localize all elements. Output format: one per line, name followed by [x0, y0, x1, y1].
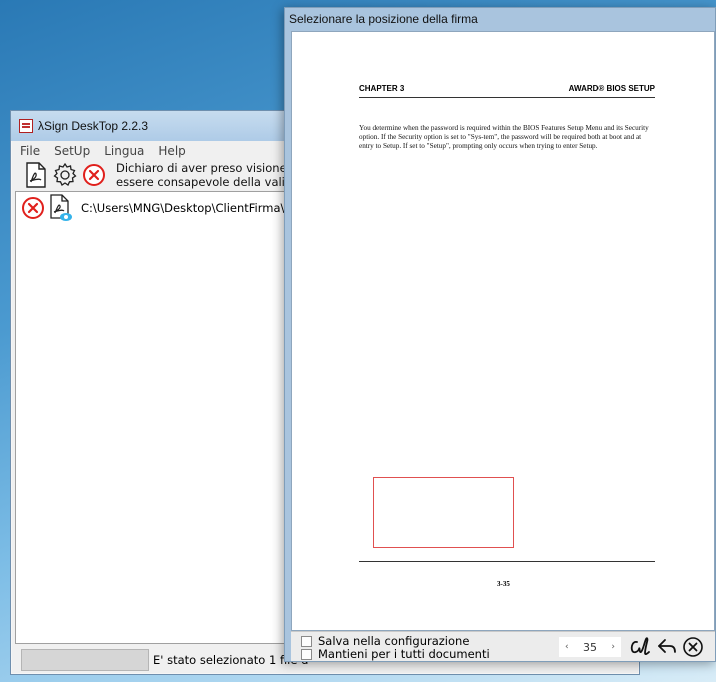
main-window-title: λSign DeskTop 2.2.3	[38, 119, 149, 133]
progress-bar	[21, 649, 149, 671]
pdf-preview-icon[interactable]	[48, 194, 74, 222]
menu-setup[interactable]: SetUp	[51, 144, 93, 158]
page-navigator: ‹ 35 ›	[559, 637, 621, 657]
keep-all-label: Mantieni per i tutti documenti	[318, 647, 490, 661]
document-footer-line	[359, 561, 655, 562]
cancel-icon[interactable]	[681, 635, 705, 659]
declaration-text: Dichiaro di aver preso visione de essere…	[116, 161, 307, 189]
signature-position-dialog: Selezionare la posizione della firma CHA…	[284, 7, 716, 662]
signature-placement-box[interactable]	[373, 477, 514, 548]
dialog-title: Selezionare la posizione della firma	[289, 12, 478, 26]
page-number-field[interactable]: 35	[583, 641, 597, 654]
file-path: C:\Users\MNG\Desktop\ClientFirma\PD	[81, 201, 301, 215]
cancel-icon[interactable]	[81, 161, 107, 189]
gear-icon[interactable]	[52, 161, 78, 189]
declaration-line-2: essere consapevole della validità	[116, 175, 307, 189]
menu-lingua[interactable]: Lingua	[101, 144, 147, 158]
save-config-option[interactable]: Salva nella configurazione	[301, 635, 469, 647]
back-arrow-icon[interactable]	[655, 635, 679, 659]
document-body-text: You determine when the password is requi…	[359, 124, 649, 150]
next-page-button[interactable]: ›	[611, 642, 615, 652]
keep-all-checkbox[interactable]	[301, 648, 312, 660]
prev-page-button[interactable]: ‹	[565, 642, 569, 652]
dialog-bottom-bar: Salva nella configurazione Mantieni per …	[291, 631, 715, 661]
menu-help[interactable]: Help	[155, 144, 188, 158]
save-config-label: Salva nella configurazione	[318, 634, 470, 648]
remove-icon[interactable]	[20, 194, 46, 222]
pdf-document-icon[interactable]	[23, 161, 49, 189]
document-header: CHAPTER 3 AWARD® BIOS SETUP	[359, 84, 655, 98]
document-page-number: 3-35	[497, 580, 510, 588]
menu-file[interactable]: File	[17, 144, 43, 158]
document-page-view[interactable]: CHAPTER 3 AWARD® BIOS SETUP You determin…	[291, 31, 715, 631]
save-config-checkbox[interactable]	[301, 635, 312, 647]
keep-all-option[interactable]: Mantieni per i tutti documenti	[301, 648, 490, 660]
declaration-line-1: Dichiaro di aver preso visione de	[116, 161, 305, 175]
app-logo-icon	[19, 119, 33, 133]
document-header-right: AWARD® BIOS SETUP	[568, 84, 655, 93]
document-header-left: CHAPTER 3	[359, 84, 405, 93]
signature-icon[interactable]	[629, 635, 653, 659]
